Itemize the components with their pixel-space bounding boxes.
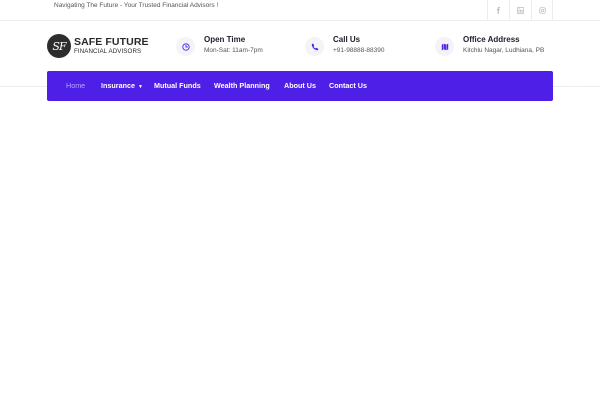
info-call-us: Call Us +91-98888-88390 xyxy=(305,35,385,56)
facebook-icon xyxy=(496,7,500,14)
logo-title: SAFE FUTURE xyxy=(74,36,149,49)
facebook-link[interactable] xyxy=(487,0,509,21)
clock-icon-box xyxy=(176,37,195,56)
logo-mark: SF xyxy=(47,34,71,58)
tagline: Navigating The Future - Your Trusted Fin… xyxy=(54,2,219,9)
phone-icon xyxy=(311,43,318,50)
instagram-icon xyxy=(538,7,546,14)
open-time-value: Mon-Sat: 11am-7pm xyxy=(204,47,263,54)
instagram-link[interactable] xyxy=(531,0,553,21)
map-icon xyxy=(441,43,448,50)
phone-icon-box xyxy=(305,37,324,56)
info-open-time: Open Time Mon-Sat: 11am-7pm xyxy=(176,35,263,56)
site-logo[interactable]: SF SAFE FUTURE FINANCIAL ADVISORS xyxy=(47,34,149,58)
nav-item-insurance[interactable]: Insurance ▼ xyxy=(101,71,143,101)
map-icon-box xyxy=(435,37,454,56)
nav-item-about-us[interactable]: About Us xyxy=(284,71,316,101)
clock-icon xyxy=(181,42,190,51)
call-us-value[interactable]: +91-98888-88390 xyxy=(333,47,385,54)
linkedin-icon xyxy=(517,7,524,14)
nav-item-insurance-label: Insurance xyxy=(101,81,135,90)
search-icon[interactable] xyxy=(575,82,583,90)
nav-item-home[interactable]: Home xyxy=(66,71,85,101)
nav-item-contact-us[interactable]: Contact Us xyxy=(329,71,367,101)
main-nav: Home Insurance ▼ Mutual Funds Wealth Plan… xyxy=(47,71,583,101)
nav-item-mutual-funds[interactable]: Mutual Funds xyxy=(154,71,201,101)
office-address-title: Office Address xyxy=(463,35,520,44)
open-time-title: Open Time xyxy=(204,35,246,44)
nav-item-wealth-planning[interactable]: Wealth Planning xyxy=(214,71,270,101)
top-bar: Navigating The Future - Your Trusted Fin… xyxy=(0,0,600,21)
office-address-value: Kitchlu Nagar, Ludhiana, PB xyxy=(463,47,545,54)
logo-mark-text: SF xyxy=(52,39,66,53)
call-us-title: Call Us xyxy=(333,35,361,44)
logo-subtitle: FINANCIAL ADVISORS xyxy=(74,47,142,55)
linkedin-link[interactable] xyxy=(509,0,531,21)
chevron-down-icon: ▼ xyxy=(137,84,143,90)
info-office-address: Office Address Kitchlu Nagar, Ludhiana, … xyxy=(435,35,544,56)
